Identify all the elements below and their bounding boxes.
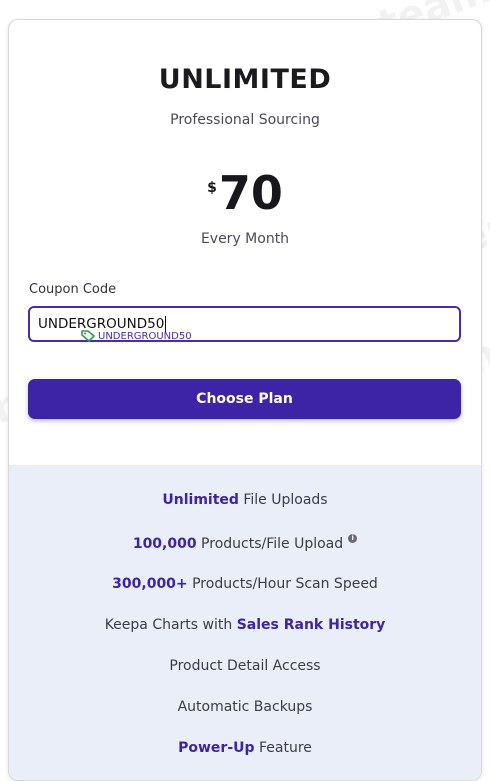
feature-text: Automatic Backups [177,699,313,715]
feature-text: Products/File Upload [196,536,344,552]
feature-item: Keepa Charts with Sales Rank History [9,617,481,633]
plan-subtitle: Professional Sourcing [170,112,320,128]
coupon-label: Coupon Code [29,282,117,297]
feature-list: Unlimited File Uploads 100,000 Products/… [9,465,481,780]
feature-highlight: Unlimited [162,492,239,508]
feature-text: File Uploads [238,492,328,508]
applied-coupon: UNDERGROUND50 [81,330,192,342]
feature-text: Keepa Charts with [104,617,237,633]
choose-plan-button[interactable]: Choose Plan [28,379,461,419]
feature-text: Products/Hour Scan Speed [187,576,378,592]
feature-highlight: Power-Up [178,740,255,756]
currency-symbol: $ [207,180,217,196]
applied-coupon-text: UNDERGROUND50 [98,330,192,342]
plan-title: UNLIMITED [158,64,332,95]
plan-price: $70 [9,166,481,220]
feature-item: 100,000 Products/File Upload i [9,534,481,552]
feature-item: Unlimited File Uploads [9,492,481,508]
feature-text: Feature [254,740,312,756]
feature-item: Product Detail Access [9,658,481,674]
info-icon[interactable]: i [348,534,358,543]
pricing-card: UNLIMITED Professional Sourcing $70 Ever… [8,19,482,781]
feature-item: Power-Up Feature [9,740,481,756]
billing-period: Every Month [200,231,290,247]
feature-highlight: 100,000 [132,536,197,552]
feature-highlight: 300,000+ [112,576,188,592]
tag-icon [81,330,95,342]
feature-item: 300,000+ Products/Hour Scan Speed [9,576,481,592]
feature-highlight: Sales Rank History [236,617,386,633]
price-amount: 70 [218,166,283,220]
feature-text: Product Detail Access [169,658,321,674]
feature-item: Automatic Backups [9,699,481,715]
